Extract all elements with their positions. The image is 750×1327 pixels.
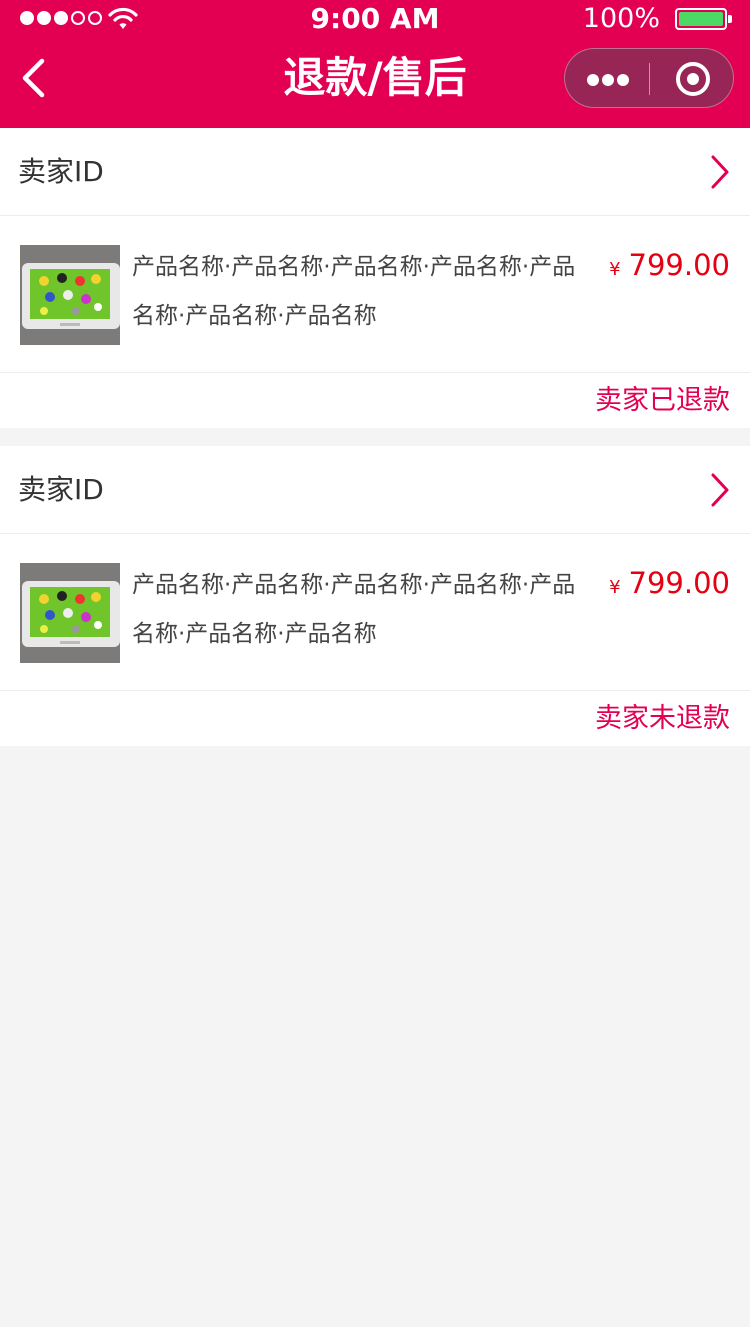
more-options-button[interactable] [565,49,650,109]
seller-row[interactable]: 卖家ID [0,128,750,216]
product-name: 产品名称·产品名称·产品名称·产品名称·产品名称·产品名称·产品名称 [132,254,576,329]
refund-order-card: 卖家ID 产品名称·产品名称·产品名称·产品名称·产品名称·产品名称·产品名称 … [0,446,750,746]
chevron-right-icon [711,473,729,507]
product-item[interactable]: 产品名称·产品名称·产品名称·产品名称·产品名称·产品名称·产品名称 ¥799.… [0,216,750,373]
target-circle-icon [676,62,710,96]
currency-symbol: ¥ [609,577,621,598]
product-thumbnail [20,563,120,663]
refund-status-row: 卖家已退款 [0,373,750,428]
seller-row[interactable]: 卖家ID [0,446,750,534]
miniprogram-capsule [564,48,734,108]
refund-order-card: 卖家ID 产品名称·产品名称·产品名称·产品名称·产品名称·产品名称·产品名称 … [0,128,750,428]
battery-icon [675,8,732,30]
header-bar: 9:00 AM 100% 退款/售后 [0,0,750,128]
refund-status: 卖家已退款 [595,385,730,416]
refund-status-row: 卖家未退款 [0,691,750,746]
currency-symbol: ¥ [609,259,621,280]
product-price: ¥799.00 [609,243,730,292]
price-value: 799.00 [628,566,730,600]
battery-percentage: 100% [582,3,660,34]
product-name: 产品名称·产品名称·产品名称·产品名称·产品名称·产品名称·产品名称 [132,572,576,647]
close-miniprogram-button[interactable] [650,49,735,109]
price-value: 799.00 [628,248,730,282]
refund-status: 卖家未退款 [595,703,730,734]
product-thumbnail [20,245,120,345]
product-price: ¥799.00 [609,561,730,610]
chevron-right-icon [711,155,729,189]
status-bar: 9:00 AM 100% [0,0,750,40]
more-dots-icon [587,74,629,86]
seller-name: 卖家ID [18,473,104,506]
seller-name: 卖家ID [18,155,104,188]
product-item[interactable]: 产品名称·产品名称·产品名称·产品名称·产品名称·产品名称·产品名称 ¥799.… [0,534,750,691]
